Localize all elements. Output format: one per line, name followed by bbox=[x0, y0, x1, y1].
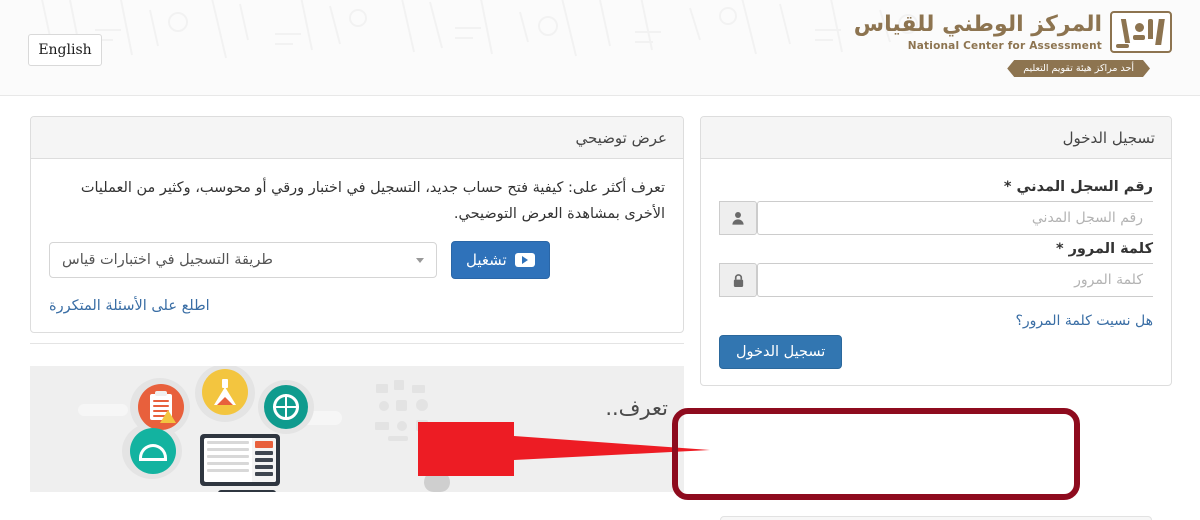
logo-english-name: National Center for Assessment bbox=[907, 40, 1102, 52]
globe-icon bbox=[264, 385, 308, 429]
promo-banner[interactable]: تعرف.. bbox=[30, 366, 684, 492]
doodle-pattern-icon bbox=[375, 380, 428, 441]
login-panel-title: تسجيل الدخول bbox=[1062, 128, 1155, 147]
national-id-label: رقم السجل المدني * bbox=[1003, 179, 1153, 195]
faq-link[interactable]: اطلع على الأسئلة المتكررة bbox=[49, 298, 210, 314]
demo-description: تعرف أكثر على: كيفية فتح حساب جديد، التس… bbox=[80, 180, 665, 223]
section-divider bbox=[30, 343, 684, 344]
main-content: عرض توضيحي تعرف أكثر على: كيفية فتح حساب… bbox=[0, 97, 1200, 520]
play-button-label: تشغيل bbox=[466, 251, 507, 270]
demo-panel: عرض توضيحي تعرف أكثر على: كيفية فتح حساب… bbox=[30, 116, 684, 334]
cloud-shape bbox=[78, 404, 128, 416]
demo-controls-row: طريقة التسجيل في اختبارات قياس تشغيل bbox=[49, 241, 665, 280]
lock-icon bbox=[719, 263, 757, 297]
password-input[interactable] bbox=[757, 263, 1153, 297]
national-id-input[interactable] bbox=[757, 201, 1153, 235]
demo-panel-body: تعرف أكثر على: كيفية فتح حساب جديد، التس… bbox=[31, 159, 683, 332]
demo-panel-title: عرض توضيحي bbox=[575, 128, 667, 147]
logo-ribbon-text: أحد مراكز هيئة تقويم التعليم bbox=[1007, 60, 1150, 77]
keyboard-icon bbox=[218, 490, 276, 492]
logo-mark-icon bbox=[1110, 11, 1172, 53]
flask-icon bbox=[202, 369, 248, 415]
demo-topic-select[interactable]: طريقة التسجيل في اختبارات قياس bbox=[49, 242, 437, 279]
password-field-group bbox=[719, 263, 1153, 297]
logo-arabic-name: المركز الوطني للقياس bbox=[853, 12, 1103, 37]
demo-panel-header: عرض توضيحي bbox=[31, 117, 683, 159]
site-logo[interactable]: المركز الوطني للقياس National Center for… bbox=[854, 10, 1172, 86]
tablet-icon bbox=[200, 434, 280, 486]
national-id-field-group bbox=[719, 201, 1153, 235]
demo-select-value: طريقة التسجيل في اختبارات قياس bbox=[62, 252, 273, 269]
login-submit-button[interactable]: تسجيل الدخول bbox=[719, 335, 843, 369]
clipboard-icon bbox=[138, 384, 184, 430]
login-button-row: تسجيل الدخول bbox=[719, 335, 1153, 369]
login-panel-header: تسجيل الدخول bbox=[701, 117, 1171, 159]
site-header: English المركز الوطني للقياس National Ce… bbox=[0, 0, 1200, 96]
register-prompt-bar: ليس لديك حساب في (قياس) سجل الان ! bbox=[720, 516, 1152, 520]
mouse-icon bbox=[424, 470, 450, 492]
protractor-icon bbox=[130, 428, 176, 474]
play-demo-button[interactable]: تشغيل bbox=[451, 241, 550, 280]
youtube-play-icon bbox=[514, 253, 535, 268]
password-label: كلمة المرور * bbox=[1055, 241, 1153, 257]
language-toggle-button[interactable]: English bbox=[28, 34, 102, 66]
chevron-down-icon bbox=[416, 257, 424, 263]
login-panel-body: رقم السجل المدني * كلمة المرور * bbox=[701, 159, 1171, 385]
banner-headline: تعرف.. bbox=[605, 396, 668, 420]
page-root: English المركز الوطني للقياس National Ce… bbox=[0, 0, 1200, 520]
login-panel: تسجيل الدخول رقم السجل المدني * كلمة الم… bbox=[700, 116, 1172, 386]
faq-row: اطلع على الأسئلة المتكررة bbox=[49, 295, 665, 314]
forgot-password-link[interactable]: هل نسيت كلمة المرور؟ bbox=[1015, 313, 1153, 329]
user-icon bbox=[719, 201, 757, 235]
